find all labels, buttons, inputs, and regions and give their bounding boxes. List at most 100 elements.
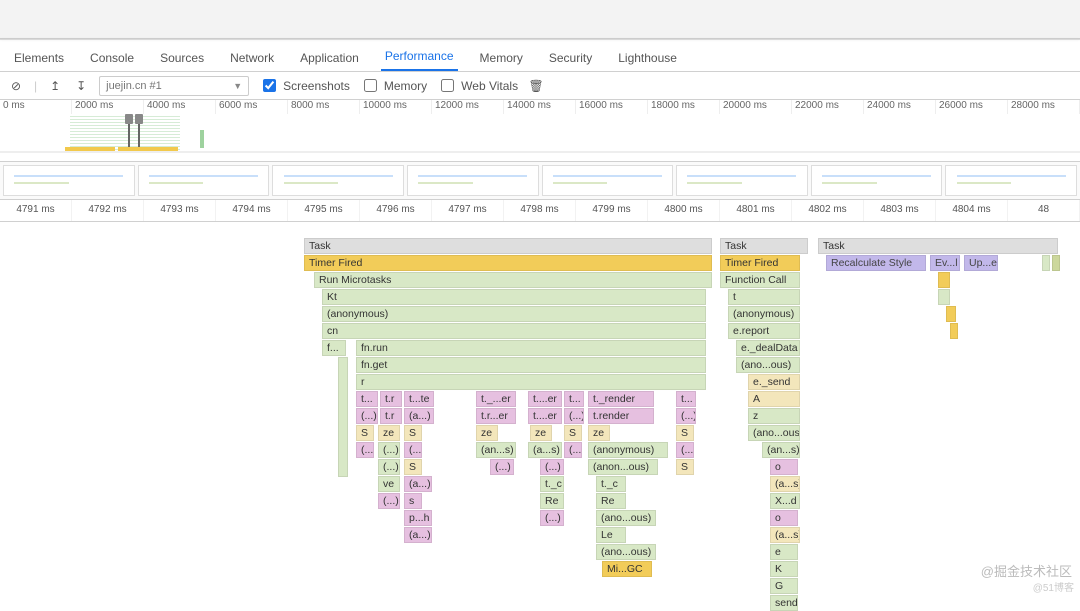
flame-e[interactable]: e	[770, 544, 798, 560]
flame-S[interactable]: S	[356, 425, 374, 441]
filmstrip-frame[interactable]	[676, 165, 808, 196]
flame-trdot[interactable]: t.r...er	[476, 408, 516, 424]
tab-network[interactable]: Network	[226, 45, 278, 71]
flame-anonymous2[interactable]: (anonymous)	[588, 442, 668, 458]
recording-dropdown[interactable]: juejin.cn #1 ▼	[99, 76, 249, 96]
flame-ell[interactable]: (...)	[356, 408, 378, 424]
tab-console[interactable]: Console	[86, 45, 138, 71]
tab-security[interactable]: Security	[545, 45, 596, 71]
flame-Le[interactable]: Le	[596, 527, 626, 543]
flame-t3[interactable]: t	[728, 289, 800, 305]
flame-ereport[interactable]: e.report	[728, 323, 800, 339]
flame-kt[interactable]: Kt	[322, 289, 706, 305]
flame-Re[interactable]: Re	[540, 493, 564, 509]
flame-tdot[interactable]: t._...er	[476, 391, 516, 407]
flame-tdoter2[interactable]: t....er	[528, 408, 562, 424]
memory-checkbox-input[interactable]	[364, 79, 377, 92]
flame-anoous2[interactable]: (ano...ous)	[596, 544, 656, 560]
flame-task[interactable]: Task	[304, 238, 712, 254]
flame-anonymous3[interactable]: (anonymous)	[728, 306, 800, 322]
flame-o2[interactable]: o	[770, 510, 798, 526]
flame-aell[interactable]: (a...)	[404, 408, 434, 424]
flame-t2b[interactable]: t...	[564, 391, 584, 407]
flame-ell6[interactable]: (...)	[404, 442, 422, 458]
flame-as3[interactable]: (a...s)	[770, 527, 800, 543]
flame-paint[interactable]	[1042, 255, 1050, 271]
flame-S6[interactable]: S	[676, 459, 694, 475]
flame-stub3[interactable]	[946, 306, 956, 322]
tab-lighthouse[interactable]: Lighthouse	[614, 45, 681, 71]
flame-anoous[interactable]: (ano...ous)	[596, 510, 656, 526]
flame-function-call[interactable]: Function Call	[720, 272, 800, 288]
flame-ell9[interactable]: (...)	[378, 459, 400, 475]
flame-S5[interactable]: S	[404, 459, 422, 475]
flame-tte[interactable]: t...te	[404, 391, 434, 407]
filmstrip-frame[interactable]	[542, 165, 674, 196]
filmstrip-frame[interactable]	[945, 165, 1077, 196]
flame-fnrun[interactable]: fn.run	[356, 340, 706, 356]
flame-ell2[interactable]: (...)	[564, 408, 584, 424]
flame-S4[interactable]: S	[676, 425, 694, 441]
flame-t2c[interactable]: t...	[676, 391, 696, 407]
flame-timer-fired2[interactable]: Timer Fired	[720, 255, 800, 271]
flame-r[interactable]: r	[356, 374, 706, 390]
flame-fnget[interactable]: fn.get	[356, 357, 706, 373]
flame-ze[interactable]: ze	[378, 425, 400, 441]
flame-timer-fired[interactable]: Timer Fired	[304, 255, 712, 271]
tab-elements[interactable]: Elements	[10, 45, 68, 71]
flame-s7[interactable]: s	[404, 493, 422, 509]
flame-ell4[interactable]: (...)	[356, 442, 374, 458]
flame-composite[interactable]	[1052, 255, 1060, 271]
filmstrip[interactable]	[0, 162, 1080, 200]
flame-ell8[interactable]: (...)	[676, 442, 694, 458]
flame-update[interactable]: Up...e	[964, 255, 998, 271]
flame-recalc-style[interactable]: Recalculate Style	[826, 255, 926, 271]
flame-tr[interactable]: t.r	[380, 391, 402, 407]
flame-cn[interactable]: cn	[322, 323, 706, 339]
webvitals-checkbox-input[interactable]	[441, 79, 454, 92]
flame-aell2[interactable]: (a...)	[404, 476, 432, 492]
tab-application[interactable]: Application	[296, 45, 363, 71]
flame-eval[interactable]: Ev...l	[930, 255, 960, 271]
flame-ell3[interactable]: (...)	[676, 408, 696, 424]
flame-ell5[interactable]: (...)	[378, 442, 400, 458]
flame-t[interactable]: t...	[356, 391, 378, 407]
flame-stub2[interactable]	[938, 289, 950, 305]
flame-f[interactable]: f...	[322, 340, 346, 356]
filmstrip-frame[interactable]	[811, 165, 943, 196]
flame-migc[interactable]: Mi...GC	[602, 561, 652, 577]
flame-G[interactable]: G	[770, 578, 798, 594]
flame-as2[interactable]: (a...s)	[770, 476, 800, 492]
flame-run-microtasks[interactable]: Run Microtasks	[314, 272, 712, 288]
flame-sliver[interactable]	[338, 357, 348, 477]
download-icon[interactable]: ↧	[73, 79, 89, 93]
flame-anonus[interactable]: (ano...ous)	[748, 425, 800, 441]
filmstrip-frame[interactable]	[407, 165, 539, 196]
filmstrip-frame[interactable]	[272, 165, 404, 196]
flame-ell13[interactable]: (...)	[540, 510, 564, 526]
tab-performance[interactable]: Performance	[381, 43, 458, 71]
flame-tdoter[interactable]: t....er	[528, 391, 562, 407]
webvitals-checkbox[interactable]: Web Vitals	[437, 76, 518, 95]
flame-ell11[interactable]: (...)	[540, 459, 564, 475]
flame-anonous[interactable]: (anon...ous)	[588, 459, 658, 475]
flame-xd[interactable]: X...d	[770, 493, 800, 509]
flame-task2[interactable]: Task	[720, 238, 808, 254]
flame-A[interactable]: A	[748, 391, 800, 407]
flame-stub4[interactable]	[950, 323, 958, 339]
flame-anons2[interactable]: (an...s)	[762, 442, 800, 458]
trash-icon[interactable]: 🗑	[528, 79, 544, 93]
flame-tc[interactable]: t._c	[540, 476, 564, 492]
flame-anonous3[interactable]: (ano...ous)	[736, 357, 800, 373]
flame-S2[interactable]: S	[404, 425, 422, 441]
flame-anonymous[interactable]: (anonymous)	[322, 306, 706, 322]
clear-icon[interactable]: ⊘	[8, 79, 24, 93]
flame-trender[interactable]: t._render	[588, 391, 654, 407]
flame-ve[interactable]: ve	[378, 476, 400, 492]
upload-icon[interactable]: ↥	[47, 79, 63, 93]
flame-tr2[interactable]: t.r	[380, 408, 402, 424]
tab-sources[interactable]: Sources	[156, 45, 208, 71]
flame-ze4[interactable]: ze	[588, 425, 610, 441]
flame-K[interactable]: K	[770, 561, 798, 577]
flame-ze3[interactable]: ze	[530, 425, 552, 441]
